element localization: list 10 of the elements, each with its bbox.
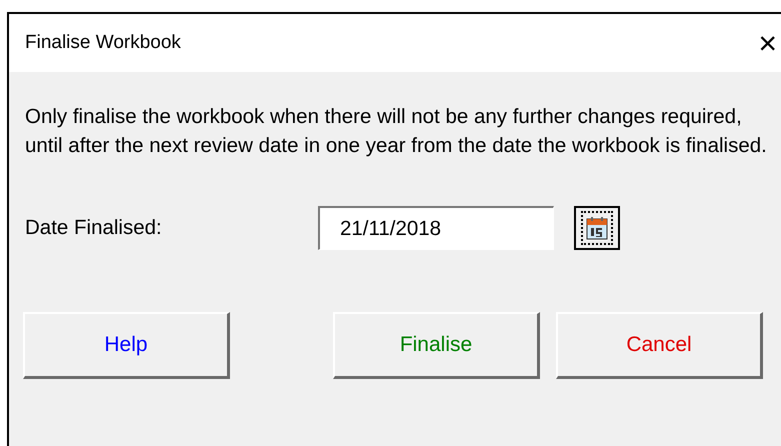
window-title: Finalise Workbook bbox=[25, 30, 181, 55]
calendar-button[interactable] bbox=[574, 206, 620, 250]
field-label: Date Finalised: bbox=[25, 214, 163, 241]
dialog-button[interactable]: Help bbox=[23, 312, 230, 379]
close-button[interactable]: × bbox=[758, 27, 777, 59]
calendar-icon bbox=[586, 216, 608, 240]
dialog-button[interactable]: Cancel bbox=[556, 312, 763, 379]
date-field[interactable]: 21/11/2018 bbox=[318, 206, 554, 250]
message-text: Only finalise the workbook when there will not be any further changes required, until after the next review date in one year from the date the workbook is finalised. bbox=[25, 104, 768, 159]
dialog-button[interactable]: Finalise bbox=[333, 312, 540, 379]
